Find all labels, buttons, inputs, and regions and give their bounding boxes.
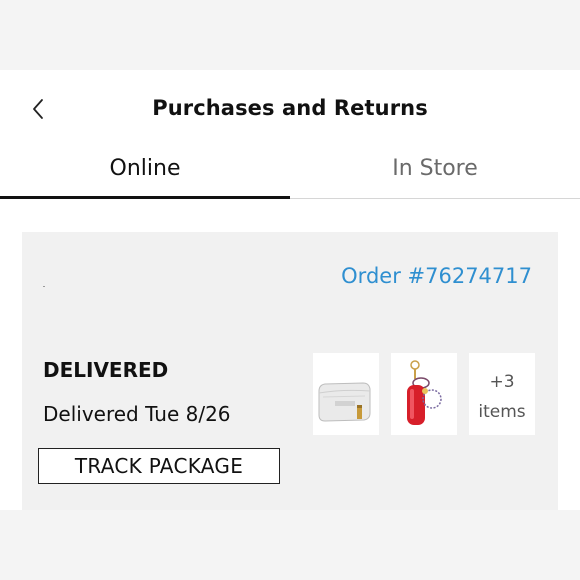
page-title: Purchases and Returns	[152, 96, 428, 120]
screen: Purchases and Returns Online In Store Or…	[0, 0, 580, 580]
tab-online[interactable]: Online	[0, 156, 290, 181]
track-package-button[interactable]: TRACK PACKAGE	[38, 448, 280, 484]
more-items-count: +3	[489, 372, 515, 392]
cosmetic-bag-image	[318, 382, 371, 422]
speck	[43, 286, 45, 287]
tab-bar: Online In Store	[0, 150, 580, 199]
order-card[interactable]: Order #76274717 DELIVERED Delivered Tue …	[22, 232, 558, 510]
more-items-tile[interactable]: +3 items	[469, 353, 535, 435]
keychain-image	[407, 360, 442, 425]
order-number-link[interactable]: Order #76274717	[341, 264, 532, 288]
tab-selected-indicator	[0, 196, 290, 199]
order-status: DELIVERED	[43, 358, 169, 382]
purchases-screen: Purchases and Returns Online In Store Or…	[0, 70, 580, 510]
item-thumbnail-cosmetic-bag[interactable]	[313, 353, 379, 435]
delivered-date: Delivered Tue 8/26	[43, 402, 231, 426]
header: Purchases and Returns	[0, 70, 580, 150]
more-items-label: +3 items	[469, 367, 535, 427]
tab-in-store[interactable]: In Store	[290, 156, 580, 181]
more-items-text: items	[478, 402, 526, 422]
item-thumbnail-keychain[interactable]	[391, 353, 457, 435]
